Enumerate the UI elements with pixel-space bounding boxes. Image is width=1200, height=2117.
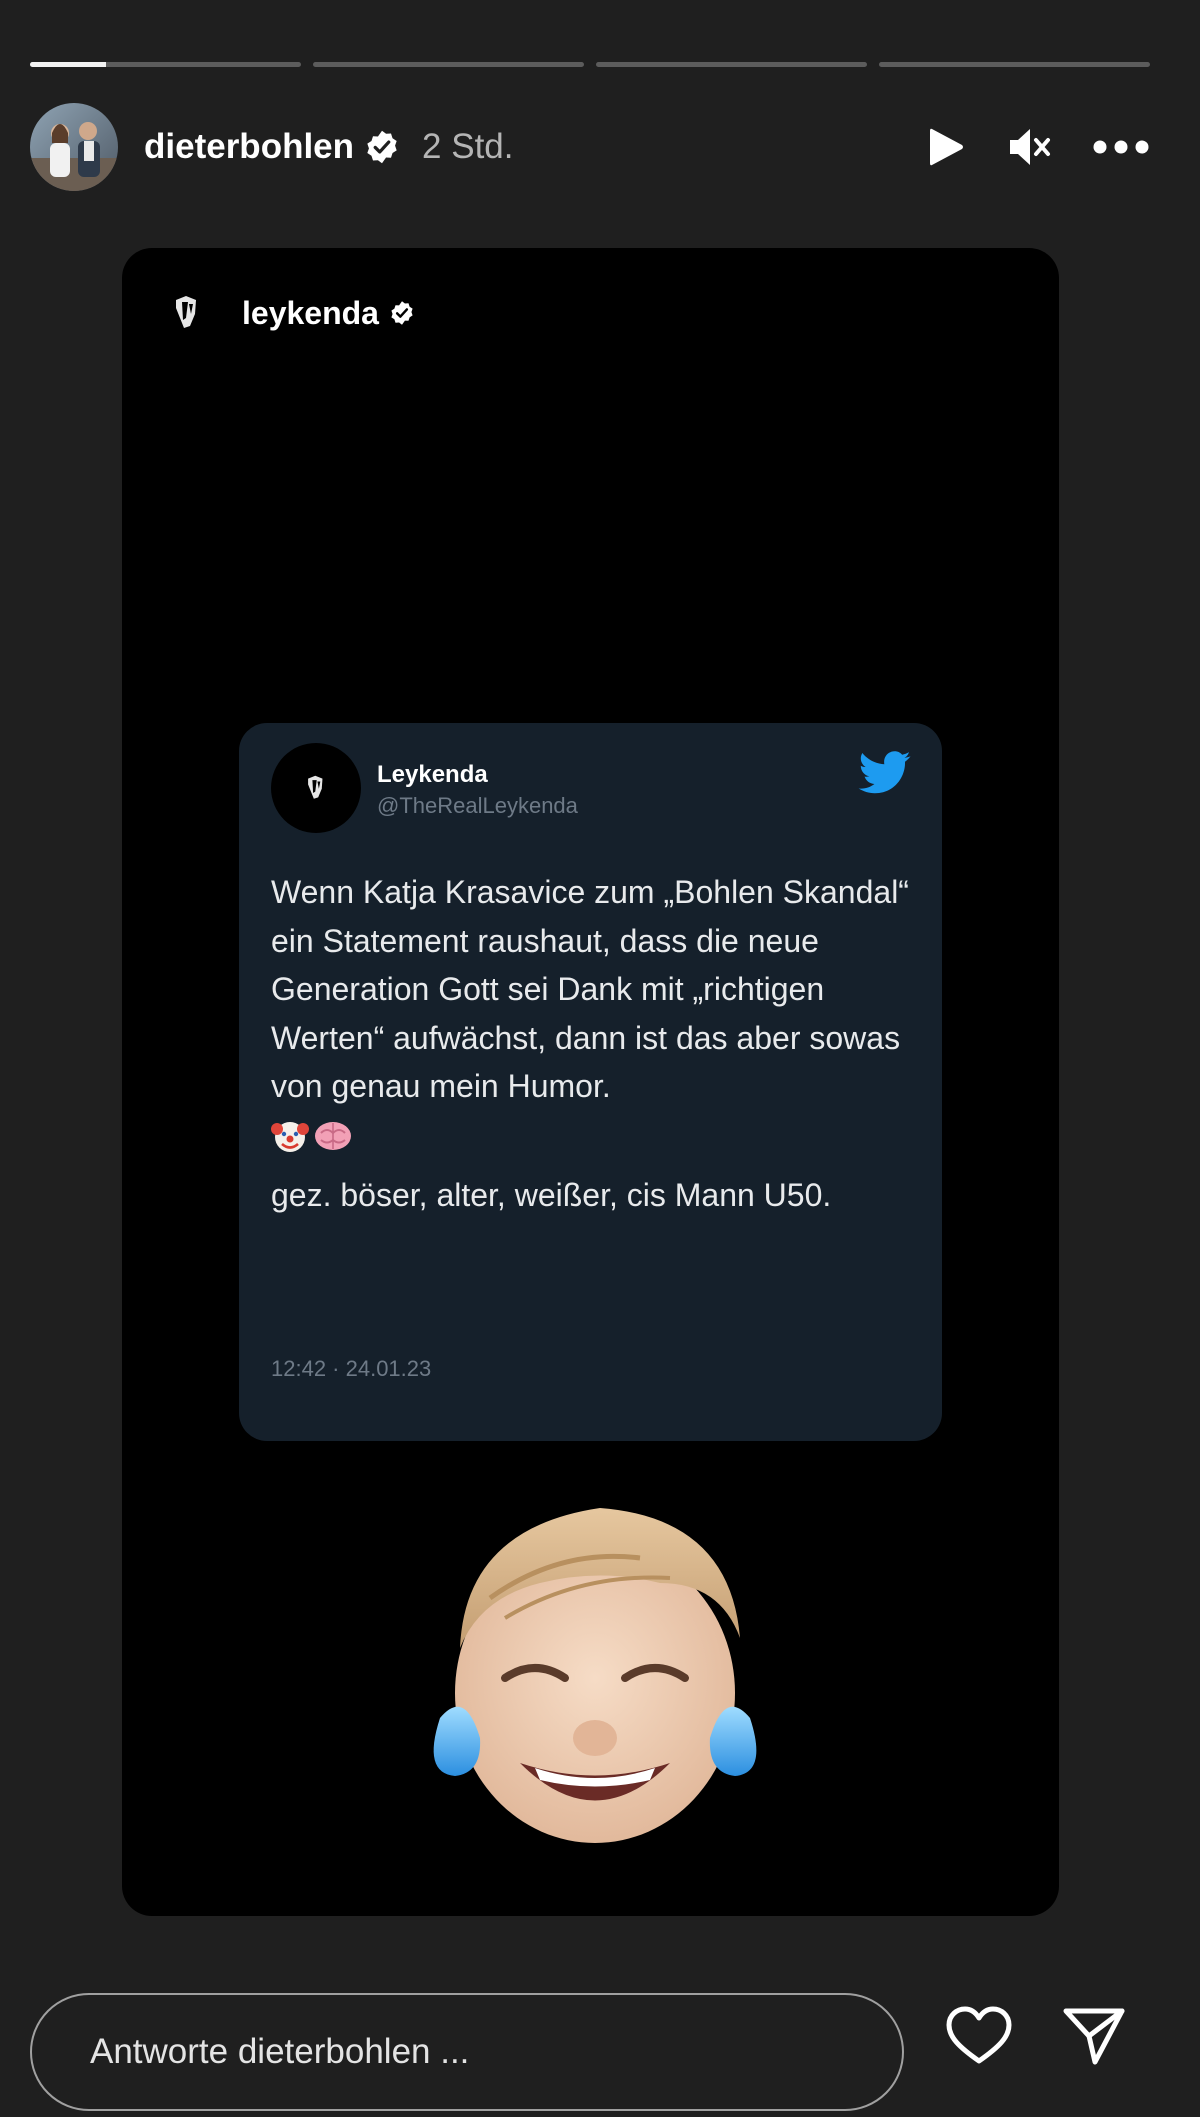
progress-segment-4	[879, 62, 1150, 67]
tweet-text: Wenn Katja Krasavice zum „Bohlen Skandal…	[271, 874, 909, 1104]
tweet-author-name: Leykenda	[377, 761, 488, 788]
more-options-button[interactable]	[1092, 139, 1150, 155]
progress-segment-3	[596, 62, 867, 67]
mute-icon	[1010, 129, 1050, 165]
tweet-avatar	[271, 743, 361, 833]
mute-button[interactable]	[1006, 125, 1052, 169]
send-icon[interactable]	[1061, 2005, 1127, 2067]
tweet-timestamp: 12:42 · 24.01.23	[271, 1356, 432, 1381]
tweet-card: Leykenda @TheRealLeykenda Wenn Katja Kra…	[239, 723, 942, 1441]
brain-emoji	[315, 1121, 351, 1150]
tweet-emojis	[271, 1111, 921, 1161]
username[interactable]: dieterbohlen	[144, 127, 354, 167]
leykenda-logo-icon	[308, 775, 323, 799]
progress-fill	[30, 62, 106, 67]
tweet-signature: gez. böser, alter, weißer, cis Mann U50.	[271, 1176, 832, 1213]
progress-segment-2	[313, 62, 584, 67]
avatar[interactable]	[30, 103, 118, 191]
story-source: leykenda	[162, 288, 415, 338]
leykenda-logo-icon	[176, 296, 196, 328]
verified-badge-icon	[367, 130, 397, 164]
reply-placeholder: Antworte dieterbohlen ...	[90, 2032, 470, 2071]
reply-input[interactable]: Antworte dieterbohlen ...	[30, 1993, 904, 2111]
more-icon	[1093, 140, 1149, 154]
tweet-author-handle: @TheRealLeykenda	[377, 793, 578, 818]
play-button[interactable]	[926, 125, 966, 169]
story-source-username[interactable]: leykenda	[242, 295, 379, 332]
verified-badge-icon	[391, 301, 413, 325]
play-icon	[930, 128, 963, 166]
crying-laughing-memoji-sticker	[433, 1508, 757, 1843]
twitter-bird-icon	[858, 751, 911, 794]
heart-icon[interactable]	[945, 2005, 1013, 2067]
story-progress	[30, 62, 1150, 67]
tweet-body: Wenn Katja Krasavice zum „Bohlen Skandal…	[271, 868, 921, 1219]
story-header: dieterbohlen 2 Std.	[30, 102, 1170, 192]
clown-face-emoji	[271, 1121, 309, 1152]
progress-segment-1	[30, 62, 301, 67]
story-content[interactable]: leykenda Leykenda @TheRealLeykenda Wenn …	[122, 248, 1059, 1916]
post-time: 2 Std.	[422, 127, 514, 166]
